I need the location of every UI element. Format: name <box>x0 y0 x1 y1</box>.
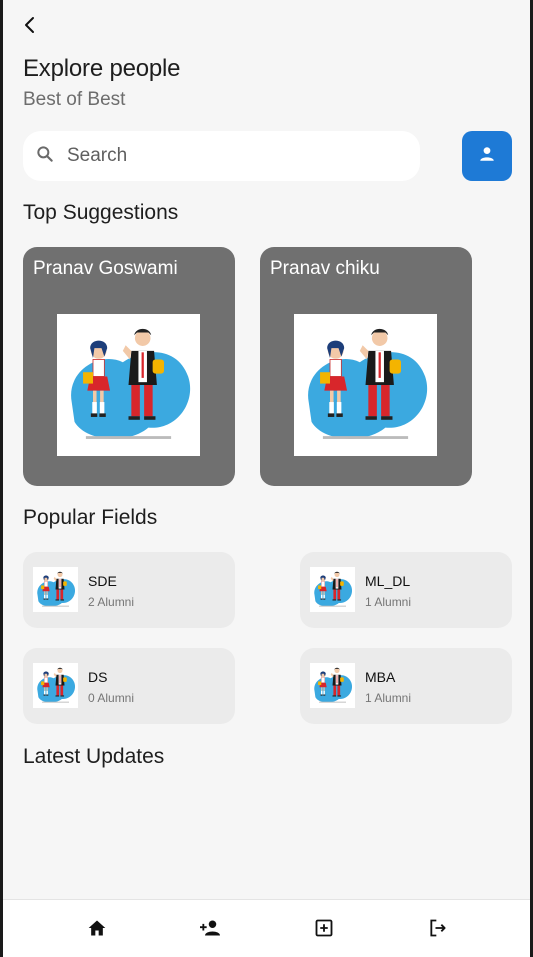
suggestion-card[interactable]: Pranav Goswami <box>23 247 235 486</box>
logout-icon <box>428 918 448 943</box>
profile-button[interactable] <box>462 131 512 181</box>
field-card-sde[interactable]: SDE 2 Alumni <box>23 552 235 628</box>
field-card-ml-dl[interactable]: ML_DL 1 Alumni <box>300 552 512 628</box>
field-alumni-count: 1 Alumni <box>365 691 412 705</box>
field-name: DS <box>88 669 108 685</box>
section-title-top-suggestions: Top Suggestions <box>23 201 179 224</box>
people-illustration-image <box>294 314 437 456</box>
explore-people-screen: Explore people Best of Best Top Suggesti… <box>3 0 530 957</box>
field-card-ds[interactable]: DS 0 Alumni <box>23 648 235 724</box>
field-thumbnail-image <box>310 663 355 708</box>
section-title-popular-fields: Popular Fields <box>23 506 158 529</box>
arrow-back-icon <box>22 16 38 39</box>
field-alumni-count: 2 Alumni <box>88 595 135 609</box>
field-card-mba[interactable]: MBA 1 Alumni <box>300 648 512 724</box>
bottom-navigation-bar <box>3 899 530 957</box>
field-name: MBA <box>365 669 396 685</box>
field-thumbnail-image <box>310 567 355 612</box>
nav-add-person-button[interactable] <box>197 917 223 943</box>
nav-logout-button[interactable] <box>425 917 451 943</box>
section-title-latest-updates: Latest Updates <box>23 745 165 768</box>
page-title: Explore people <box>23 55 181 82</box>
person-icon <box>478 145 496 168</box>
people-illustration-image <box>57 314 200 456</box>
suggestion-name: Pranav chiku <box>270 258 380 279</box>
page-subtitle: Best of Best <box>23 89 126 110</box>
field-name: ML_DL <box>365 573 411 589</box>
suggestion-card[interactable]: Pranav chiku <box>260 247 472 486</box>
add-person-icon <box>198 918 222 943</box>
nav-home-button[interactable] <box>84 917 110 943</box>
home-icon <box>87 918 107 943</box>
back-button[interactable] <box>17 14 43 40</box>
add-box-icon <box>314 918 334 943</box>
search-bar[interactable] <box>23 131 420 181</box>
search-input[interactable] <box>65 144 389 168</box>
nav-add-post-button[interactable] <box>311 917 337 943</box>
field-alumni-count: 1 Alumni <box>365 595 412 609</box>
search-icon <box>35 144 55 169</box>
field-thumbnail-image <box>33 567 78 612</box>
field-alumni-count: 0 Alumni <box>88 691 135 705</box>
suggestion-name: Pranav Goswami <box>33 258 178 279</box>
field-name: SDE <box>88 573 117 589</box>
field-thumbnail-image <box>33 663 78 708</box>
